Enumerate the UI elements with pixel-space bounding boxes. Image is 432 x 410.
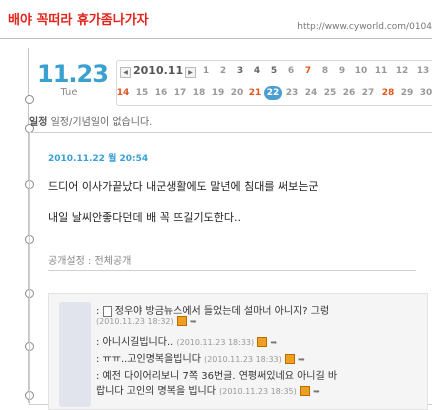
calendar-day[interactable]: 7 [301,66,315,76]
calendar-day[interactable]: 13 [416,66,430,76]
post-body-line: 내일 날씨안좋다던데 배 꼭 뜨길기도한다.. [48,211,242,224]
calendar-day[interactable]: 27 [361,88,375,98]
comment-text: 랍니다 고인의 명복을 빕니다 [96,386,216,397]
calendar-day[interactable]: 12 [395,66,409,76]
comment-time: (2010.11.23 18:33) [204,355,282,364]
current-weekday: Tue [60,87,78,98]
comment-text: : 예전 다이어리보니 7쪽 36번글. 연평써있네요 아니길 바 [96,371,338,382]
calendar-day[interactable]: 6 [284,66,298,76]
month-calendar: ◀ 2010.11 ▶ 1 2 3 4 5 6 7 8 9 10 11 12 1… [116,60,432,106]
triangle-left-icon[interactable]: ◀ [120,67,131,78]
share-setting[interactable]: 공개설정 : 전체공개 [48,252,131,267]
calendar-day[interactable]: 1 [199,66,213,76]
blog-url[interactable]: http://www.cyworld.com/0104 [297,22,432,32]
calendar-day[interactable]: 29 [400,88,414,98]
comment-item: : 아니시길빕니다.. (2010.11.23 18:33) ➥ [96,333,277,348]
calendar-day[interactable]: 20 [230,88,244,98]
comment-time: (2010.11.23 18:32) [96,317,174,326]
calendar-month: 2010.11 [133,64,184,77]
reply-arrow-icon[interactable]: ➥ [271,338,278,347]
calendar-day[interactable]: 30 [419,88,432,98]
comment-item: : 정우야 방금뉴스에서 들었는데 설마너 아니지? 그렁 [96,305,330,317]
calendar-day[interactable]: 24 [304,88,318,98]
header-divider [0,38,432,39]
calendar-day[interactable]: 9 [335,66,349,76]
schedule-row: 일정 일정/기념일이 없습니다. [29,113,152,128]
comment-meta: (2010.11.23 18:32) ➥ [96,316,197,327]
memo-icon [102,305,112,317]
calendar-day[interactable]: 19 [211,88,225,98]
calendar-day[interactable]: 16 [154,88,168,98]
calendar-day[interactable]: 10 [354,66,368,76]
comment-text: : ㅠㅠ..고인명복을빕니다 [96,354,201,365]
calendar-day[interactable]: 23 [285,88,299,98]
calendar-day[interactable]: 14 [116,88,130,98]
diary-post: 2010.11.22 월 20:54 드디어 이사가끝났다 내군생활에도 말년에… [29,132,432,410]
comment-text: : 아니시길빕니다.. [96,337,174,348]
comment-item: : 예전 다이어리보니 7쪽 36번글. 연평써있네요 아니길 바 [96,367,337,382]
schedule-label: 일정 [29,117,48,128]
delete-icon[interactable] [284,354,295,364]
calendar-day[interactable]: 5 [267,66,281,76]
post-date: 2010.11.22 월 20:54 [48,154,149,164]
comment-time: (2010.11.23 18:35) [219,387,297,396]
calendar-day[interactable]: 21 [248,88,262,98]
blog-title[interactable]: 배야 꼭떠라 휴가좀나가자 [8,9,149,28]
post-divider [48,270,416,271]
calendar-day[interactable]: 25 [323,88,337,98]
calendar-day[interactable]: 2 [216,66,230,76]
diary-page: 11.23 Tue ◀ 2010.11 ▶ 1 2 3 4 5 6 7 8 9 … [25,48,432,410]
reply-arrow-icon[interactable]: ➥ [190,317,197,326]
delete-icon[interactable] [176,316,187,326]
reply-arrow-icon[interactable]: ➥ [298,355,305,364]
current-date: 11.23 [37,60,109,88]
calendar-day[interactable]: 3 [233,66,247,76]
post-body-line: 드디어 이사가끝났다 내군생활에도 말년에 침대를 써보는군 [48,180,319,193]
schedule-empty-text: 일정/기념일이 없습니다. [50,117,153,128]
calendar-day[interactable]: 11 [374,66,388,76]
calendar-day[interactable]: 15 [135,88,149,98]
comment-item: 랍니다 고인의 명복을 빕니다 (2010.11.23 18:35) ➥ [96,382,320,397]
comment-time: (2010.11.23 18:33) [176,338,255,347]
delete-icon[interactable] [299,386,310,396]
binder-ring-icon [25,95,34,104]
calendar-day[interactable]: 4 [250,66,264,76]
comment-item: : ㅠㅠ..고인명복을빕니다 (2010.11.23 18:33) ➥ [96,350,305,365]
comment-list: : 정우야 방금뉴스에서 들었는데 설마너 아니지? 그렁 (2010.11.2… [48,293,428,410]
blog-header: 배야 꼭떠라 휴가좀나가자 http://www.cyworld.com/010… [0,0,432,38]
calendar-day[interactable]: 18 [192,88,206,98]
delete-icon[interactable] [257,337,268,347]
triangle-right-icon[interactable]: ▶ [185,67,196,78]
calendar-day[interactable]: 26 [342,88,356,98]
calendar-day[interactable]: 8 [318,66,332,76]
calendar-day[interactable]: 17 [173,88,187,98]
calendar-day-selected[interactable]: 22 [264,86,282,100]
calendar-day[interactable]: 28 [381,88,395,98]
reply-arrow-icon[interactable]: ➥ [313,387,320,396]
blurred-avatar [59,302,91,407]
